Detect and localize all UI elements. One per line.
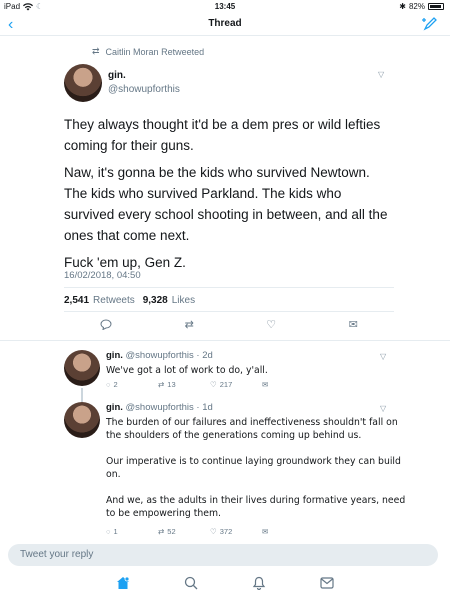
like-count: 217 [219,380,233,389]
tweet-paragraph: And we, as the adults in their lives dur… [106,495,406,519]
avatar[interactable] [64,350,100,386]
chevron-down-icon[interactable]: ▽ [380,404,386,413]
author-handle[interactable]: @showupforthis [126,402,194,413]
status-time: 13:45 [214,2,236,11]
battery-icon [428,3,444,10]
tweet-paragraph: The burden of our failures and ineffecti… [106,417,398,441]
tweet-actions: ◌ 2 ⇄ 13 ♡ 217 ✉ [106,380,314,389]
reply-header: gin. @showupforthis · 2d [106,350,213,361]
tweet-text: They always thought it'd be a dem pres o… [64,114,394,279]
reply-header: gin. @showupforthis · 1d [106,402,213,413]
avatar[interactable] [64,64,102,102]
reply-icon[interactable] [100,318,112,331]
direct-message-icon[interactable]: ✉ [262,380,314,389]
author-handle[interactable]: @showupforthis [108,84,180,95]
author-name[interactable]: gin. [108,70,126,81]
retweet-icon[interactable]: ⇄ [185,318,194,331]
retweeted-by[interactable]: ⇄ Caitlin Moran Retweeted [92,46,204,57]
reply-button[interactable]: ◌ 1 [106,527,158,536]
direct-message-icon[interactable]: ✉ [349,318,358,331]
direct-message-icon[interactable]: ✉ [262,527,314,536]
tweet-age: 1d [202,402,213,413]
author-handle[interactable]: @showupforthis [126,350,194,361]
retweet-button[interactable]: ⇄ 13 [158,380,210,389]
like-icon: ♡ [210,527,217,536]
tweet-stats: 2,541 Retweets 9,328 Likes [64,295,199,306]
likes-count[interactable]: 9,328 [143,295,168,306]
nav-bar: ‹ Thread [0,14,450,36]
reply-icon: ◌ [106,527,111,536]
tweet-paragraph: Our imperative is to continue laying gro… [106,456,401,480]
like-button[interactable]: ♡ 372 [210,527,262,536]
retweet-icon: ⇄ [92,46,100,56]
tab-bar [0,570,450,600]
compose-tweet-icon[interactable] [422,16,438,37]
tweet-actions: ⇄ ♡ ✉ [64,318,394,331]
thread-connector [81,388,83,402]
tweet-paragraph: They always thought it'd be a dem pres o… [64,117,381,153]
author-name[interactable]: gin. [106,350,123,361]
author-name[interactable]: gin. [106,402,123,413]
chevron-down-icon[interactable]: ▽ [378,70,384,79]
reply-icon: ◌ [106,380,111,389]
likes-label[interactable]: Likes [172,295,195,306]
reply-tweet[interactable]: gin. @showupforthis · 2d ▽ We've got a l… [64,350,404,390]
tweet-paragraph: We've got a lot of work to do, y'all. [106,365,268,376]
tweet-actions: ◌ 1 ⇄ 52 ♡ 372 ✉ [106,527,314,536]
retweet-icon: ⇄ [158,527,165,536]
like-count: 372 [219,527,233,536]
tweet-age: 2d [202,350,213,361]
retweet-count: 52 [167,527,176,536]
notifications-icon[interactable] [252,576,266,595]
reply-count: 1 [113,527,118,536]
tweet-paragraph: Naw, it's gonna be the kids who survived… [64,165,388,243]
retweeted-by-label: Caitlin Moran Retweeted [105,46,205,57]
bluetooth-icon: ✱ [399,2,406,11]
tweet-timestamp: 16/02/2018, 04:50 [64,270,141,281]
retweets-count[interactable]: 2,541 [64,295,89,306]
divider [64,311,394,312]
reply-input[interactable]: Tweet your reply [8,544,438,566]
retweet-icon: ⇄ [158,380,165,389]
chevron-down-icon[interactable]: ▽ [380,352,386,361]
home-icon[interactable] [116,576,130,595]
messages-icon[interactable] [320,576,334,594]
divider [0,340,450,341]
like-icon: ♡ [210,380,217,389]
like-button[interactable]: ♡ 217 [210,380,262,389]
reply-count: 2 [113,380,118,389]
divider [64,287,394,288]
battery-percent: 82% [408,2,425,11]
status-right: ✱ 82% [399,2,444,11]
page-title: Thread [208,18,242,29]
like-icon[interactable]: ♡ [266,318,276,331]
avatar[interactable] [64,402,100,438]
reply-button[interactable]: ◌ 2 [106,380,158,389]
search-icon[interactable] [184,576,198,595]
status-bar: iPad ☾ 13:45 ✱ 82% [0,0,450,14]
retweets-label[interactable]: Retweets [93,295,135,306]
retweet-count: 13 [167,380,176,389]
tweet-text: The burden of our failures and ineffecti… [106,416,406,533]
reply-tweet[interactable]: gin. @showupforthis · 1d ▽ The burden of… [64,402,406,538]
retweet-button[interactable]: ⇄ 52 [158,527,210,536]
